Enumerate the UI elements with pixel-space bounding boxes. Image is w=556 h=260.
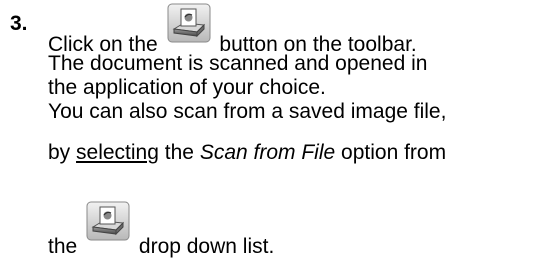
note-text-selecting: selecting bbox=[76, 141, 159, 164]
note-text-line-1: You can also scan from a saved image fil… bbox=[48, 100, 447, 123]
note-text-the-before-icon: the bbox=[48, 235, 78, 258]
scan-from-file-option-name: Scan from File bbox=[199, 141, 336, 164]
document-page: { "step": { "number": "3.", "line1_befor… bbox=[0, 0, 556, 258]
note-text-the: the bbox=[164, 141, 194, 164]
scan-to-application-icon bbox=[86, 201, 130, 241]
note-text-by: by bbox=[48, 141, 71, 164]
result-text-line-1: The document is scanned and opened in bbox=[48, 52, 428, 75]
note-text-line-3: the drop down list. bbox=[48, 201, 275, 260]
note-text-drop-down-list: drop down list. bbox=[138, 235, 275, 258]
result-text-line-2: the application of your choice. bbox=[48, 76, 326, 99]
step-number: 3. bbox=[10, 12, 28, 35]
note-text-line-2: by selecting the Scan from File option f… bbox=[48, 140, 446, 166]
scan-to-application-icon bbox=[167, 3, 211, 43]
note-text-option-from: option from bbox=[341, 141, 447, 164]
